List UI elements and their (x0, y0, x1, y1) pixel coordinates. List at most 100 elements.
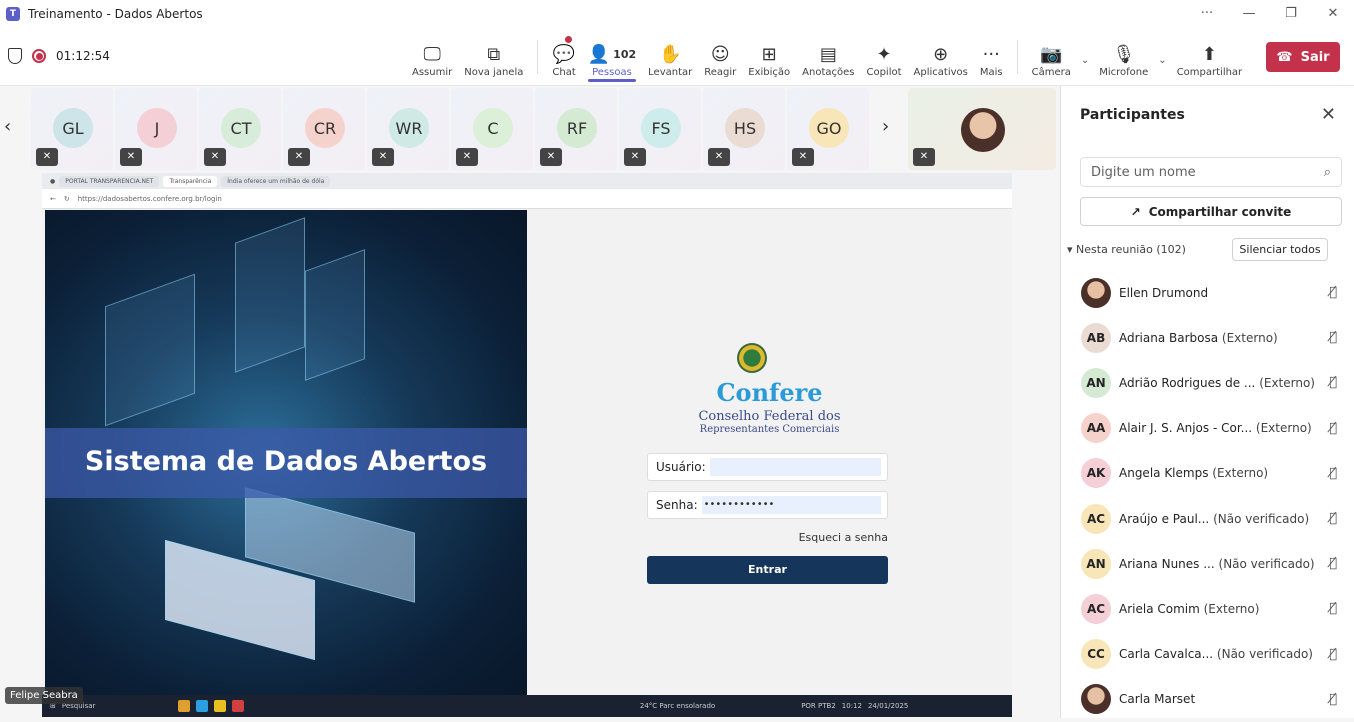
participant-row[interactable]: AA Alair J. S. Anjos - Cor... (Externo) 🎙̸ (1081, 406, 1343, 451)
copilot-label: Copilot (866, 67, 902, 78)
raise-hand-icon: ✋ (658, 44, 682, 65)
participant-tile[interactable]: RF ✕ (535, 88, 617, 170)
new-window-button[interactable]: ⧉ Nova janela (458, 34, 529, 78)
participant-tile[interactable]: FS ✕ (619, 88, 701, 170)
participant-search-input[interactable]: Digite um nome ⌕ (1080, 157, 1342, 187)
view-icon: ⊞ (761, 44, 777, 65)
decor-panel (305, 249, 365, 381)
participant-name: Ellen Drumond (1119, 285, 1209, 300)
os-taskbar: ⊞ Pesquisar 24°C Parc ensolarado POR PTB… (42, 695, 1012, 717)
react-button[interactable]: ☺ Reagir (698, 34, 742, 78)
username-value[interactable] (709, 458, 881, 476)
more-options-icon[interactable]: ··· (1186, 0, 1228, 28)
participant-row[interactable]: AC Araújo e Paul... (Não verificado) 🎙̸ (1081, 496, 1343, 541)
chat-button[interactable]: 💬 Chat (546, 34, 581, 78)
chevron-right-icon[interactable]: › (882, 116, 889, 137)
participant-tile[interactable]: J ✕ (115, 88, 197, 170)
recording-icon (32, 49, 46, 63)
password-field[interactable]: Senha: •••••••••••• (647, 491, 888, 519)
password-value[interactable]: •••••••••••• (701, 496, 881, 514)
take-control-button[interactable]: 🖵 Assumir (406, 34, 458, 78)
apps-label: Aplicativos (913, 67, 968, 78)
notes-button[interactable]: ▤ Anotações (796, 34, 860, 78)
participant-tile[interactable]: C ✕ (451, 88, 533, 170)
browser-tabs: ● PORTAL TRANSPARENCIA.NET Transparência… (42, 173, 1012, 189)
participant-row[interactable]: Ellen Drumond 🎙̸ (1081, 270, 1343, 315)
close-button[interactable]: ✕ (1312, 0, 1354, 28)
mic-muted-icon[interactable]: 🎙̸ (1329, 601, 1337, 616)
coat-of-arms-icon (737, 343, 767, 373)
leave-label: Sair (1300, 49, 1330, 65)
avatar: CT (221, 108, 261, 148)
take-control-label: Assumir (412, 67, 453, 78)
participant-row[interactable]: AB Adriana Barbosa (Externo) 🎙̸ (1081, 315, 1343, 360)
share-invite-label: Compartilhar convite (1148, 204, 1292, 219)
mic-muted-icon: ✕ (288, 148, 310, 166)
meeting-toolbar: 01:12:54 🖵 Assumir ⧉ Nova janela 💬 Chat 👤 10… (0, 28, 1354, 86)
share-invite-button[interactable]: ↗ Compartilhar convite (1080, 197, 1342, 226)
raise-hand-button[interactable]: ✋ Levantar (642, 34, 698, 78)
people-count: 102 (613, 48, 637, 61)
new-window-label: Nova janela (464, 67, 524, 78)
hero-banner: Sistema de Dados Abertos (45, 210, 527, 695)
login-button[interactable]: Entrar (647, 556, 888, 584)
participant-tag: (Externo) (1212, 466, 1269, 481)
mic-muted-icon[interactable]: 🎙̸ (1329, 692, 1337, 707)
maximize-button[interactable]: ❐ (1270, 0, 1312, 28)
avatar: WR (389, 108, 429, 148)
avatar: AK (1081, 458, 1111, 489)
apps-button[interactable]: ⊕ Aplicativos (908, 34, 974, 78)
view-button[interactable]: ⊞ Exibição (742, 34, 796, 78)
camera-options-chevron-icon[interactable]: ⌄ (1077, 55, 1093, 66)
mic-muted-icon: ✕ (372, 148, 394, 166)
camera-label: Câmera (1031, 67, 1071, 78)
folder-icon (213, 700, 226, 712)
participant-name: Adriana Barbosa (Externo) (1119, 330, 1278, 345)
people-button[interactable]: 👤 102 Pessoas (582, 34, 642, 82)
share-button[interactable]: ⬆ Compartilhar (1171, 34, 1248, 78)
mic-options-chevron-icon[interactable]: ⌄ (1154, 55, 1170, 66)
participant-tile[interactable]: WR ✕ (367, 88, 449, 170)
participant-tile[interactable]: CT ✕ (199, 88, 281, 170)
chat-label: Chat (552, 67, 576, 78)
mic-muted-icon[interactable]: 🎙̸ (1329, 421, 1337, 436)
minimize-button[interactable]: — (1228, 0, 1270, 28)
leave-button[interactable]: ☎ Sair (1266, 42, 1340, 72)
participant-row[interactable]: AC Ariela Comim (Externo) 🎙̸ (1081, 586, 1343, 631)
participant-row[interactable]: Carla Marset 🎙̸ (1081, 677, 1343, 722)
mic-muted-icon[interactable]: 🎙̸ (1329, 466, 1337, 481)
participant-row[interactable]: AN Ariana Nunes ... (Não verificado) 🎙̸ (1081, 541, 1343, 586)
participant-tile[interactable]: CR ✕ (283, 88, 365, 170)
mic-muted-icon[interactable]: 🎙̸ (1329, 285, 1337, 300)
back-icon: ← (50, 194, 56, 203)
mic-muted-icon[interactable]: 🎙̸ (1329, 511, 1337, 526)
mic-muted-icon[interactable]: 🎙̸ (1329, 375, 1337, 390)
mic-muted-icon[interactable]: 🎙̸ (1329, 556, 1337, 571)
self-video-tile[interactable]: ✕ (908, 88, 1056, 170)
taskbar-lang: POR PTB2 (801, 702, 836, 710)
microphone-button[interactable]: 🎙 Microfone (1093, 34, 1154, 78)
username-field[interactable]: Usuário: (647, 453, 888, 481)
share-invite-icon: ↗ (1130, 204, 1141, 219)
participant-tile[interactable]: GO ✕ (787, 88, 869, 170)
forgot-password-link[interactable]: Esqueci a senha (647, 531, 888, 544)
participant-row[interactable]: AK Angela Klemps (Externo) 🎙̸ (1081, 451, 1343, 496)
meeting-group-toggle[interactable]: ▾ Nesta reunião (102) (1067, 243, 1186, 256)
more-button[interactable]: ··· Mais (974, 34, 1009, 78)
participant-row[interactable]: CC Carla Cavalca... (Não verificado) 🎙̸ (1081, 632, 1343, 677)
copilot-button[interactable]: ✦ Copilot (860, 34, 907, 78)
mic-muted-icon[interactable]: 🎙̸ (1329, 330, 1337, 345)
close-icon[interactable]: ✕ (1321, 104, 1336, 125)
participant-tile[interactable]: GL ✕ (31, 88, 113, 170)
mic-muted-icon[interactable]: 🎙̸ (1329, 647, 1337, 662)
app-icon (231, 700, 244, 712)
participant-row[interactable]: AN Adrião Rodrigues de ... (Externo) 🎙̸ (1081, 360, 1343, 405)
camera-button[interactable]: 📷 Câmera (1026, 34, 1077, 78)
org-line2: Representantes Comerciais (699, 424, 840, 435)
notes-icon: ▤ (819, 44, 837, 65)
mute-all-button[interactable]: Silenciar todos (1232, 238, 1328, 261)
participant-tile[interactable]: HS ✕ (703, 88, 785, 170)
avatar: RF (557, 108, 597, 148)
chevron-left-icon[interactable]: ‹ (4, 116, 11, 137)
participant-list: Ellen Drumond 🎙̸ AB Adriana Barbosa (Exter… (1081, 270, 1343, 722)
